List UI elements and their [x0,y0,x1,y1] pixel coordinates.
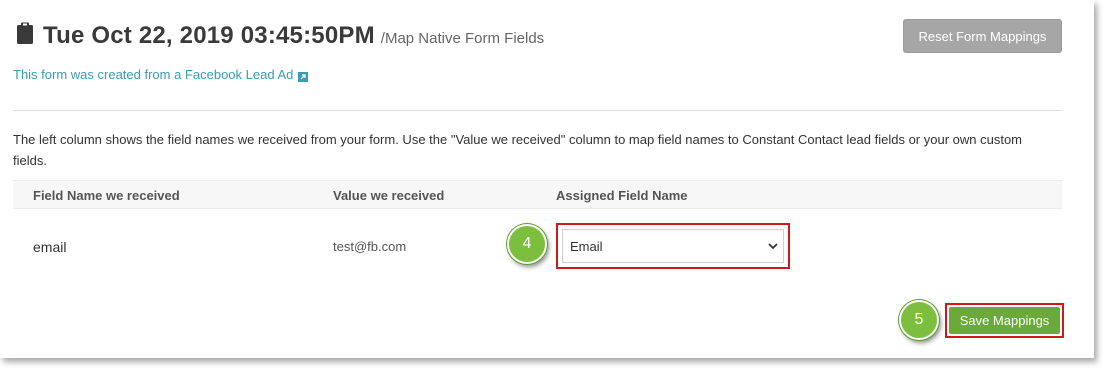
assigned-field-value: Email [570,238,603,254]
save-mappings-button[interactable]: Save Mappings [949,307,1060,334]
mapping-description: The left column shows the field names we… [13,132,1023,168]
save-mappings-highlight: Save Mappings [945,303,1064,338]
column-header-assigned: Assigned Field Name [556,188,688,203]
facebook-lead-ad-link-text: This form was created from a Facebook Le… [13,67,294,82]
assigned-field-highlight: Email [556,223,790,269]
reset-form-mappings-button[interactable]: Reset Form Mappings [903,19,1062,53]
row-field-name: email [33,239,67,255]
page-subtitle: /Map Native Form Fields [380,30,545,47]
callout-badge-5: 5 [899,300,939,340]
callout-badge-4: 4 [507,224,547,264]
clipboard-icon [16,22,34,45]
facebook-lead-ad-link[interactable]: This form was created from a Facebook Le… [13,67,309,82]
column-header-field-name: Field Name we received [33,188,180,203]
chevron-down-icon [767,240,779,252]
external-link-icon [298,70,309,82]
row-value: test@fb.com [333,239,407,254]
column-header-value: Value we received [333,188,445,203]
page-header: Tue Oct 22, 2019 03:45:50PM /Map Native … [16,20,544,50]
assigned-field-select[interactable]: Email [562,229,784,263]
table-header: Field Name we received Value we received… [13,180,1062,209]
section-divider [13,110,1063,111]
page-title: Tue Oct 22, 2019 03:45:50PM [43,22,375,49]
form-mapping-panel: Tue Oct 22, 2019 03:45:50PM /Map Native … [0,0,1094,358]
